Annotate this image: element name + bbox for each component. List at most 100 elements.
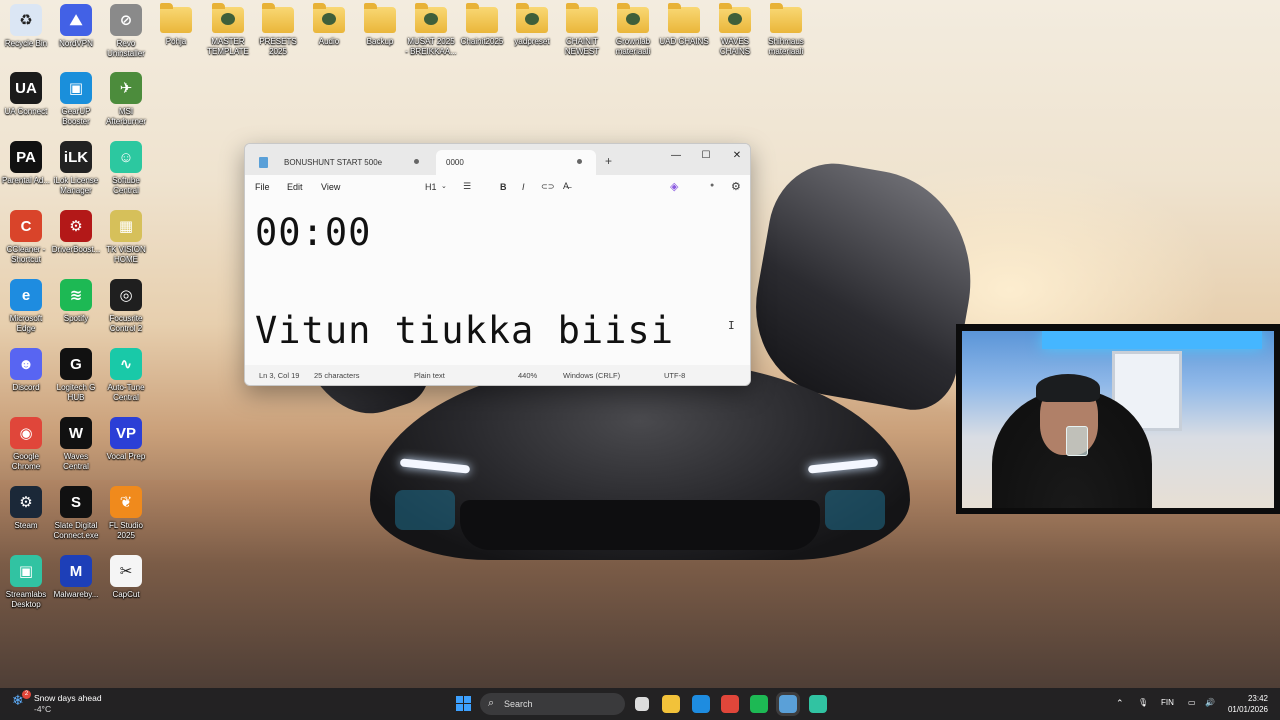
link-icon[interactable]: ⊂⊃ [541, 182, 554, 191]
taskbar-chrome-icon[interactable] [721, 695, 739, 713]
notification-badge: 2 [22, 690, 31, 699]
clear-format-icon[interactable]: A̶ [563, 181, 569, 191]
desktop-icon[interactable]: iLK iLok License Manager [50, 141, 102, 195]
chevron-down-icon[interactable]: ⌄ [441, 182, 447, 190]
notepad-window[interactable]: BONUSHUNT START 500e 0000 + — ☐ ✕ File E… [244, 143, 751, 386]
desktop-icon[interactable]: ◉ Google Chrome [0, 417, 52, 471]
language-indicator[interactable]: FIN [1161, 698, 1174, 707]
desktop-icon[interactable]: CHAINIT NEWEST [556, 3, 608, 56]
desktop-icon[interactable]: ✈ MSI Afterburner [100, 72, 152, 126]
windows-logo-tile [464, 696, 471, 703]
task-view-icon[interactable] [635, 697, 649, 711]
folder-icon [668, 3, 700, 33]
desktop-icon[interactable]: Backup [354, 3, 406, 47]
desktop-icon[interactable]: ▣ Streamlabs Desktop [0, 555, 52, 609]
menu-view[interactable]: View [321, 182, 340, 192]
desktop-icon[interactable]: UA UA Connect [0, 72, 52, 117]
menu-edit[interactable]: Edit [287, 182, 303, 192]
desktop-icon[interactable]: S Slate Digital Connect.exe [50, 486, 102, 540]
desktop-icon[interactable]: yadpreset [506, 3, 558, 47]
desktop-icon[interactable]: e Microsoft Edge [0, 279, 52, 333]
desktop-icon[interactable]: ✂ CapCut [100, 555, 152, 600]
start-button[interactable] [456, 696, 471, 711]
unsaved-dot-icon [414, 159, 419, 164]
desktop-icon[interactable]: C CCleaner - Shortcut [0, 210, 52, 264]
desktop-icon[interactable]: Pohja [150, 3, 202, 47]
taskbar-spotify-icon[interactable] [750, 695, 768, 713]
desktop-icon[interactable]: ❦ FL Studio 2025 [100, 486, 152, 540]
desktop-icon[interactable]: ⚙ Steam [0, 486, 52, 531]
desktop-icon-label: WAVES CHAINS [719, 37, 751, 56]
settings-gear-icon[interactable]: ⚙ [731, 180, 741, 193]
desktop-icon[interactable]: WAVES CHAINS [709, 3, 761, 56]
desktop-icon-label: Vocal Prep [106, 452, 146, 461]
desktop-icon-label: Parental Ad... [1, 176, 51, 185]
desktop-icon[interactable]: MASTER TEMPLATE [202, 3, 254, 56]
new-tab-button[interactable]: + [605, 154, 612, 168]
app-icon: ⊘ [110, 4, 142, 36]
network-icon[interactable]: ▭ [1188, 698, 1196, 707]
bold-button[interactable]: B [500, 182, 507, 192]
desktop-icon[interactable]: ◎ Focusrite Control 2 [100, 279, 152, 333]
desktop-icon[interactable]: ≋ Spotify [50, 279, 102, 324]
desktop-icon[interactable]: Chainit2025 [456, 3, 508, 47]
tab-bonushunt[interactable]: BONUSHUNT START 500e [249, 150, 433, 175]
desktop-icon[interactable]: PRESETS 2025 [252, 3, 304, 56]
app-icon: ≋ [60, 279, 92, 311]
taskbar-streamlabs-icon[interactable] [809, 695, 827, 713]
minimize-button[interactable]: — [665, 150, 687, 161]
folder-icon [770, 3, 802, 33]
heading-dropdown[interactable]: H1 [425, 182, 437, 192]
desktop-icon[interactable]: ∿ Auto-Tune Central [100, 348, 152, 402]
tab-0000[interactable]: 0000 [436, 150, 596, 175]
desktop-icon[interactable]: ▣ GearUP Booster [50, 72, 102, 126]
folder-badge-icon [221, 13, 235, 25]
taskbar-clock[interactable]: 23:42 01/01/2026 [1218, 693, 1268, 715]
tray-overflow-chevron-icon[interactable]: ⌃ [1116, 698, 1124, 709]
taskbar-search[interactable]: ⌕ Search [480, 693, 625, 715]
app-icon: ☻ [10, 348, 42, 380]
list-icon[interactable]: ☰ [463, 181, 471, 192]
desktop-icon[interactable]: W Waves Central [50, 417, 102, 471]
desktop-icon-label: iLok License Manager [53, 176, 99, 195]
desktop-icon-label: Pohja [165, 37, 187, 46]
taskbar-file-explorer-icon[interactable] [662, 695, 680, 713]
volume-icon[interactable]: 🔊 [1205, 698, 1215, 707]
status-zoom[interactable]: 440% [518, 371, 537, 380]
desktop-icon[interactable]: Audio [303, 3, 355, 47]
notepad-icon [259, 157, 268, 168]
microphone-icon[interactable]: 🎙 [1138, 698, 1148, 707]
desktop-icon[interactable]: Grownlab materiaali [607, 3, 659, 56]
desktop-icon[interactable]: ☺ Softube Central [100, 141, 152, 195]
status-position: Ln 3, Col 19 [259, 371, 300, 380]
desktop-icon[interactable]: ▦ TK VISION HOME [100, 210, 152, 264]
desktop-icon[interactable]: PA Parental Ad... [0, 141, 52, 186]
account-icon[interactable]: ● [710, 182, 714, 189]
desktop-icon[interactable]: ☻ Discord [0, 348, 52, 393]
app-icon: ◎ [110, 279, 142, 311]
notepad-titlebar[interactable]: BONUSHUNT START 500e 0000 + — ☐ ✕ [245, 144, 750, 175]
desktop-icon[interactable]: VP Vocal Prep [100, 417, 152, 462]
maximize-button[interactable]: ☐ [695, 150, 717, 161]
webcam-feed [962, 331, 1274, 508]
menu-file[interactable]: File [255, 182, 270, 192]
desktop-icon[interactable]: UAD CHAINS [658, 3, 710, 47]
desktop-icon[interactable]: ♻ Recycle Bin [0, 4, 52, 49]
desktop-icon-label: Microsoft Edge [9, 314, 43, 333]
desktop-icon[interactable]: ⊘ Revo Uninstaller [100, 4, 152, 58]
copilot-icon[interactable]: ◈ [670, 180, 678, 193]
desktop-icon[interactable]: M Malwareby... [50, 555, 102, 600]
taskbar-edge-icon[interactable] [692, 695, 710, 713]
app-icon: ◉ [10, 417, 42, 449]
taskbar-notepad-icon[interactable] [779, 695, 797, 713]
desktop-icon[interactable]: G Logitech G HUB [50, 348, 102, 402]
close-button[interactable]: ✕ [726, 150, 748, 161]
desktop-icon[interactable]: Shihmaus materiaali [760, 3, 812, 56]
desktop-icon[interactable]: ⛰ NordVPN [50, 4, 102, 49]
desktop-icon[interactable]: ⚙ DriverBoost... [50, 210, 102, 255]
app-icon: VP [110, 417, 142, 449]
app-icon: ✈ [110, 72, 142, 104]
desktop-icon[interactable]: MUSAT 2025 - BREIKKAA... [405, 3, 457, 56]
notepad-editor[interactable]: 00:00 Vitun tiukka biisi I [245, 199, 750, 367]
italic-button[interactable]: I [522, 182, 525, 192]
